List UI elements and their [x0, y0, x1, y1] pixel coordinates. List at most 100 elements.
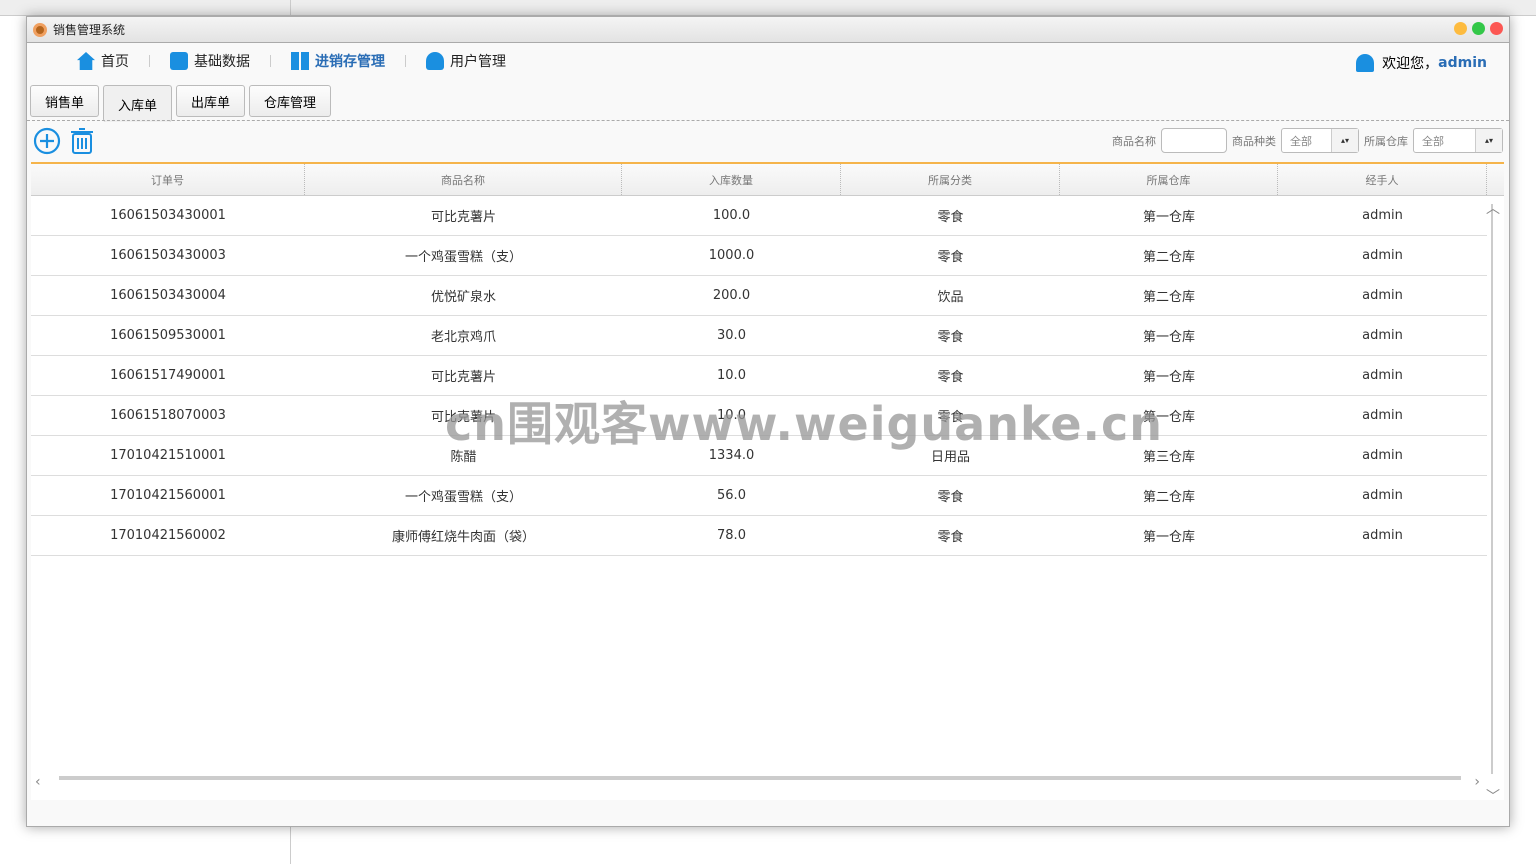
welcome-text: 欢迎您， [1382, 56, 1439, 72]
table-cell: 老北京鸡爪 [430, 330, 496, 345]
table-cell: 16061503430001 [110, 208, 226, 223]
welcome: 欢迎您， admin [1356, 53, 1487, 73]
table-cell: 16061503430003 [110, 248, 226, 263]
user-icon [1356, 54, 1375, 72]
column-header[interactable]: 所属分类 [841, 164, 1060, 195]
product-name-input[interactable] [1161, 128, 1227, 153]
home-icon [77, 52, 95, 70]
tab-warehouse[interactable]: 仓库管理 [249, 85, 332, 117]
table-row[interactable]: 17010421560002 康师傅红烧牛肉面（袋） 78.0 零食 第一仓库 admin [31, 516, 1487, 556]
table-cell: 第一仓库 [1142, 330, 1195, 345]
scroll-up-icon[interactable]: ︿ [1486, 198, 1500, 218]
horizontal-scrollbar[interactable] [59, 776, 1461, 780]
table-cell: 16061518070003 [110, 408, 226, 423]
table-cell: admin [1362, 248, 1403, 263]
table-cell: 17010421560002 [110, 528, 226, 543]
username: admin [1438, 55, 1487, 71]
window-title: 销售管理系统 [53, 23, 126, 37]
nav-home[interactable]: 首页 [57, 51, 149, 71]
nav-label: 用户管理 [450, 54, 506, 70]
table-cell: 56.0 [717, 488, 746, 503]
stock-in-table: 订单号 商品名称 入库数量 所属分类 所属仓库 经手人 16061503430001 可比克… [31, 162, 1504, 805]
table-cell: 优悦矿泉水 [430, 290, 496, 305]
column-header[interactable]: 商品名称 [305, 164, 622, 195]
nav-label: 首页 [101, 54, 129, 70]
add-icon[interactable] [33, 127, 61, 155]
app-logo-icon [33, 22, 47, 37]
warehouse-label: 所属仓库 [1364, 134, 1408, 148]
table-cell: 16061509530001 [110, 328, 226, 343]
column-header[interactable]: 入库数量 [622, 164, 841, 195]
filters: 商品名称 商品种类 全部 所属仓库 全部 [1112, 128, 1503, 153]
table-cell: 零食 [937, 210, 964, 225]
warehouse-select[interactable]: 全部 [1413, 128, 1503, 153]
tab-stock-out[interactable]: 出库单 [176, 85, 246, 117]
category-select[interactable]: 全部 [1281, 128, 1359, 153]
table-cell: 一个鸡蛋雪糕（支） [404, 490, 522, 505]
scroll-down-icon[interactable]: ﹀ [1486, 786, 1500, 806]
table-cell: 第二仓库 [1142, 290, 1195, 305]
table-cell: admin [1362, 208, 1403, 223]
scroll-left-icon[interactable]: ‹ [35, 774, 41, 790]
column-header[interactable]: 订单号 [31, 164, 305, 195]
table-body: 16061503430001 可比克薯片 100.0 零食 第一仓库 admin 16061… [31, 196, 1504, 556]
column-header[interactable]: 所属仓库 [1060, 164, 1278, 195]
table-cell: 一个鸡蛋雪糕（支） [404, 250, 522, 265]
table-cell: admin [1362, 368, 1403, 383]
nav-label: 进销存管理 [315, 54, 385, 70]
table-cell: admin [1362, 408, 1403, 423]
table-cell: 1000.0 [708, 248, 755, 263]
table-cell: 饮品 [937, 290, 964, 305]
tab-sales-order[interactable]: 销售单 [30, 85, 100, 117]
delete-icon[interactable] [69, 127, 95, 155]
table-cell: 第一仓库 [1142, 530, 1195, 545]
user-gear-icon [426, 52, 444, 70]
table-cell: 零食 [937, 530, 964, 545]
table-cell: admin [1362, 448, 1403, 463]
table-cell: 第二仓库 [1142, 250, 1195, 265]
store-icon [170, 52, 188, 70]
column-header[interactable]: 经手人 [1278, 164, 1487, 195]
table-cell: 零食 [937, 490, 964, 505]
table-cell: 200.0 [712, 288, 751, 303]
table-cell: 康师傅红烧牛肉面（袋） [391, 530, 535, 545]
watermark: cn围观客www.weiguanke.cn [445, 397, 1164, 451]
title-bar: 销售管理系统 [27, 17, 1509, 43]
table-cell: admin [1362, 488, 1403, 503]
table-row[interactable]: 17010421560001 一个鸡蛋雪糕（支） 56.0 零食 第二仓库 admin [31, 476, 1487, 516]
toolbar [33, 127, 95, 155]
nav-label: 基础数据 [194, 54, 250, 70]
nav-inventory[interactable]: 进销存管理 [271, 51, 405, 71]
scroll-right-icon[interactable]: › [1474, 774, 1480, 790]
nav-users[interactable]: 用户管理 [406, 51, 526, 71]
close-button[interactable] [1490, 22, 1503, 35]
table-cell: admin [1362, 528, 1403, 543]
table-row[interactable]: 16061503430001 可比克薯片 100.0 零食 第一仓库 admin [31, 196, 1487, 236]
table-cell: 17010421510001 [110, 448, 226, 463]
table-cell: admin [1362, 328, 1403, 343]
table-cell: 100.0 [712, 208, 751, 223]
table-cell: 16061517490001 [110, 368, 226, 383]
table-cell: admin [1362, 288, 1403, 303]
table-header: 订单号 商品名称 入库数量 所属分类 所属仓库 经手人 [31, 164, 1504, 196]
table-cell: 78.0 [717, 528, 746, 543]
grid-icon [291, 52, 309, 70]
table-cell: 零食 [937, 330, 964, 345]
product-name-label: 商品名称 [1112, 134, 1156, 148]
nav-basic-data[interactable]: 基础数据 [150, 51, 270, 71]
main-nav: 首页 基础数据 进销存管理 用户管理 [27, 43, 1509, 79]
vertical-scrollbar[interactable] [1491, 204, 1498, 774]
maximize-button[interactable] [1472, 22, 1485, 35]
table-row[interactable]: 16061509530001 老北京鸡爪 30.0 零食 第一仓库 admin [31, 316, 1487, 356]
background-ide-tabs [0, 0, 1536, 16]
table-cell: 可比克薯片 [430, 210, 496, 225]
table-cell: 第二仓库 [1142, 490, 1195, 505]
table-row[interactable]: 16061503430003 一个鸡蛋雪糕（支） 1000.0 零食 第二仓库 admin [31, 236, 1487, 276]
table-row[interactable]: 16061503430004 优悦矿泉水 200.0 饮品 第二仓库 admin [31, 276, 1487, 316]
category-label: 商品种类 [1232, 134, 1276, 148]
minimize-button[interactable] [1454, 22, 1467, 35]
table-cell: 零食 [937, 250, 964, 265]
tab-stock-in[interactable]: 入库单 [103, 85, 173, 122]
table-cell: 30.0 [717, 328, 746, 343]
table-cell: 16061503430004 [110, 288, 226, 303]
